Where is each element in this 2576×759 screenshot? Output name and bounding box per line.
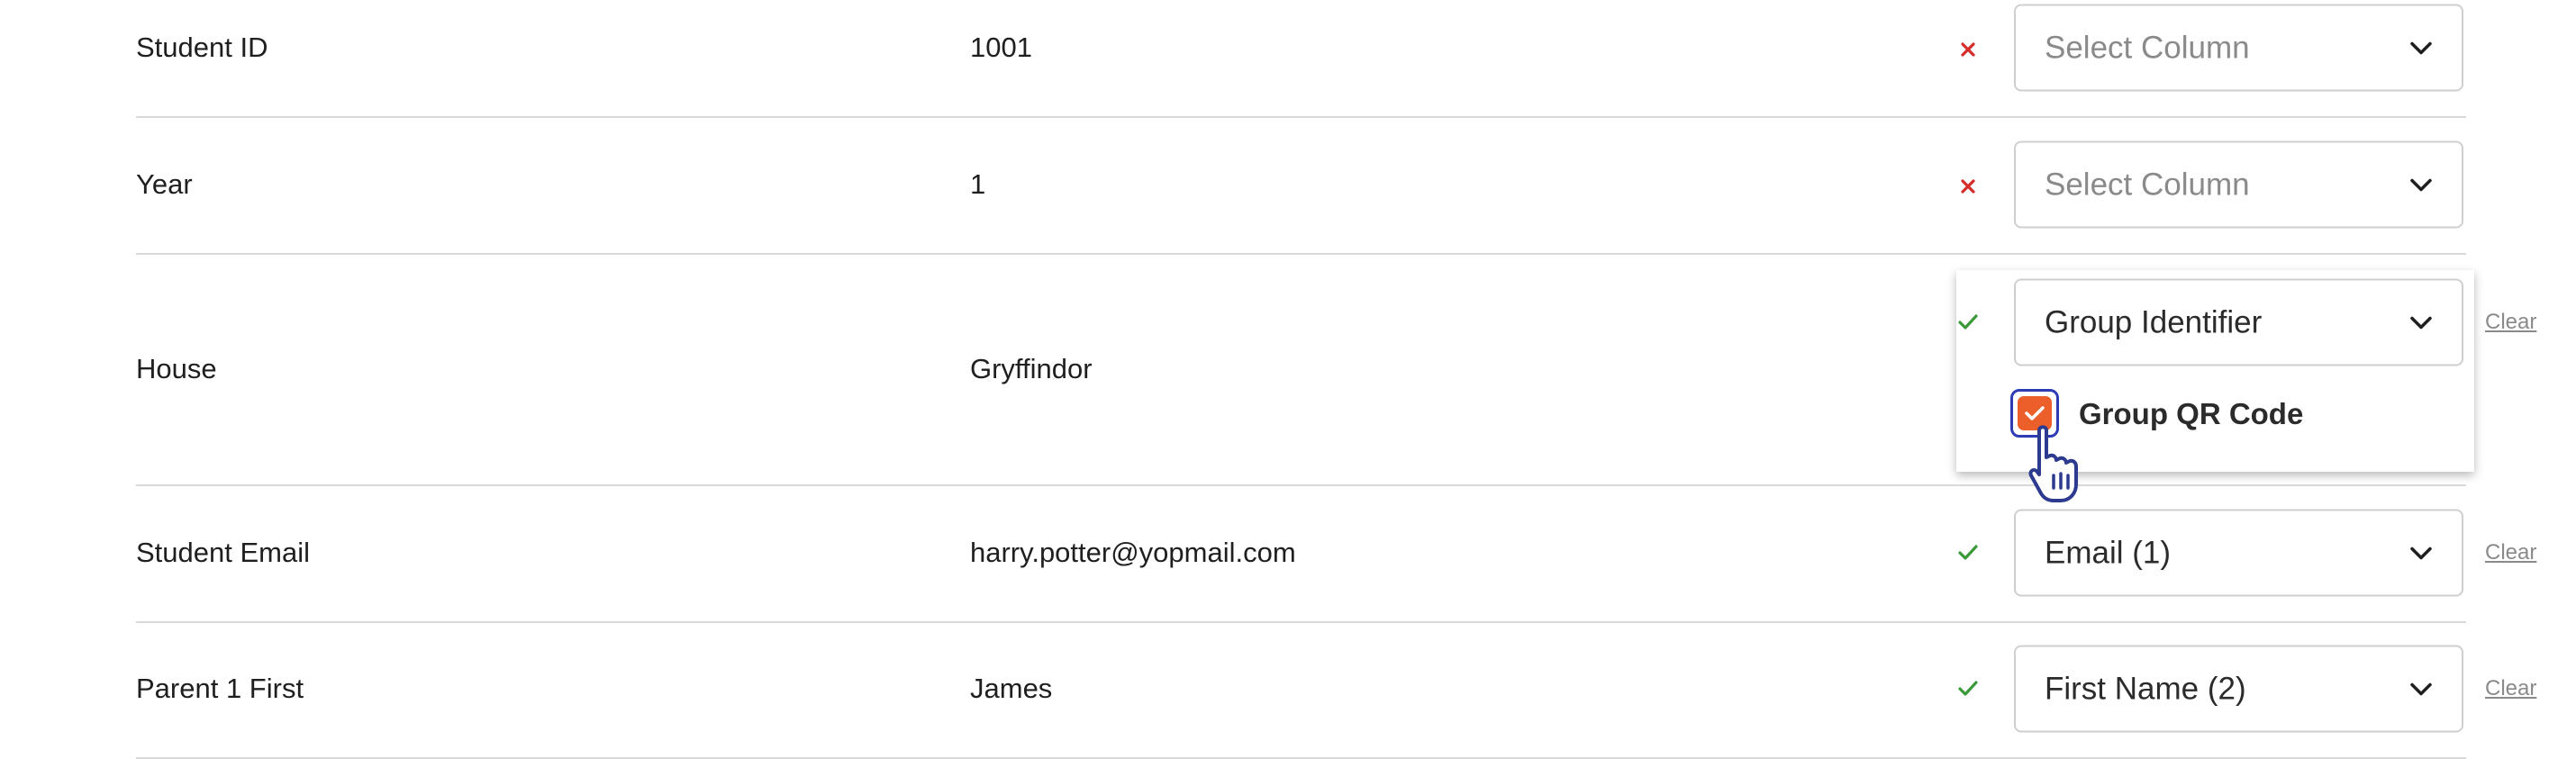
select-value: First Name (2) <box>2045 671 2246 706</box>
chevron-down-icon <box>2410 178 2432 191</box>
column-select[interactable]: Select Column <box>2014 140 2463 229</box>
field-value: 1 <box>970 168 986 200</box>
x-icon <box>1961 179 1975 194</box>
row-divider <box>136 116 2466 118</box>
select-value: Group Identifier <box>2045 304 2263 339</box>
column-select[interactable]: Select Column <box>2014 4 2463 92</box>
check-icon <box>1958 681 1978 696</box>
row-divider <box>136 253 2466 255</box>
field-label: Parent 1 First <box>136 673 304 704</box>
clear-link[interactable]: Clear <box>2485 310 2536 335</box>
select-value: Email (1) <box>2045 535 2172 570</box>
check-icon <box>1958 314 1978 330</box>
x-icon <box>1961 42 1975 57</box>
select-value: Select Column <box>2045 30 2250 65</box>
column-select[interactable]: First Name (2) <box>2014 645 2463 733</box>
field-label: Student Email <box>136 537 310 568</box>
hand-pointer-icon <box>2028 425 2078 502</box>
column-select[interactable]: Group Identifier <box>2014 278 2463 366</box>
field-value: 1001 <box>970 32 1032 63</box>
clear-link[interactable]: Clear <box>2485 540 2536 565</box>
check-icon <box>2025 406 2045 420</box>
select-value: Select Column <box>2045 167 2250 202</box>
chevron-down-icon <box>2410 316 2432 329</box>
check-icon <box>1958 545 1978 560</box>
row-divider <box>136 621 2466 623</box>
field-value: James <box>970 673 1053 704</box>
clear-link[interactable]: Clear <box>2485 676 2536 701</box>
chevron-down-icon <box>2410 547 2432 559</box>
field-value: Gryffindor <box>970 353 1093 384</box>
field-label: House <box>136 353 217 384</box>
field-value: harry.potter@yopmail.com <box>970 537 1296 568</box>
field-label: Student ID <box>136 32 268 63</box>
chevron-down-icon <box>2410 682 2432 695</box>
chevron-down-icon <box>2410 41 2432 54</box>
group-qr-code-label[interactable]: Group QR Code <box>2079 397 2303 431</box>
field-label: Year <box>136 168 193 200</box>
row-divider <box>136 484 2466 486</box>
column-select[interactable]: Email (1) <box>2014 509 2463 597</box>
